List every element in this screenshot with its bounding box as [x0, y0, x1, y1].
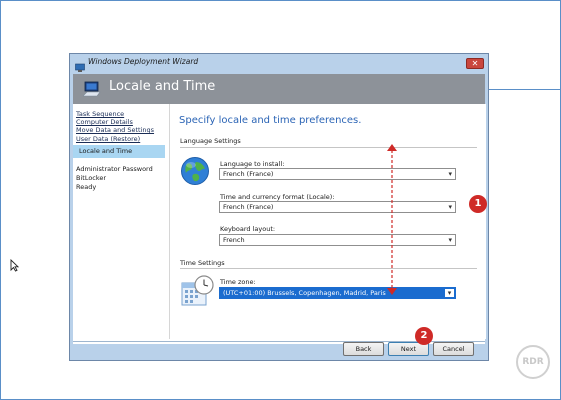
chevron-down-icon: ▾	[448, 203, 452, 211]
nav-item-task-sequence[interactable]: Task Sequence	[76, 110, 124, 118]
cancel-button[interactable]: Cancel	[433, 342, 474, 356]
nav-item-locale-and-time[interactable]: Locale and Time	[73, 145, 165, 158]
calendar-clock-icon	[180, 274, 214, 308]
wizard-app-icon	[75, 58, 85, 72]
locale-dropdown[interactable]: French (France) ▾	[219, 201, 456, 213]
time-settings-label: Time Settings	[180, 259, 225, 267]
language-settings-divider	[180, 147, 477, 148]
back-button[interactable]: Back	[343, 342, 384, 356]
nav-item-user-data-restore[interactable]: User Data (Restore)	[76, 135, 140, 143]
locale-value: French (France)	[223, 203, 274, 211]
time-zone-value: (UTC+01:00) Brussels, Copenhagen, Madrid…	[223, 289, 386, 297]
window-title: Windows Deployment Wizard	[88, 57, 199, 66]
close-button[interactable]: ✕	[466, 58, 484, 69]
language-to-install-dropdown[interactable]: French (France) ▾	[219, 168, 456, 180]
wizard-step-nav: Task Sequence Computer Details Move Data…	[73, 104, 168, 339]
cancel-button-label: Cancel	[442, 345, 465, 353]
language-settings-label: Language Settings	[180, 137, 241, 145]
deployment-wizard-window: Windows Deployment Wizard ✕ Locale and T…	[69, 53, 489, 361]
next-button-label: Next	[400, 345, 417, 353]
language-to-install-value: French (France)	[223, 170, 274, 178]
keyboard-layout-dropdown[interactable]: French ▾	[219, 234, 456, 246]
time-zone-dropdown[interactable]: (UTC+01:00) Brussels, Copenhagen, Madrid…	[219, 287, 456, 299]
close-icon: ✕	[471, 59, 479, 68]
nav-item-bitlocker: BitLocker	[76, 174, 107, 182]
annotation-range-arrow	[387, 144, 397, 295]
time-settings-divider	[180, 268, 477, 269]
language-to-install-label: Language to install:	[220, 160, 285, 168]
annotation-badge-1: 1	[469, 195, 487, 213]
nav-item-move-data-and-settings[interactable]: Move Data and Settings	[76, 126, 154, 134]
mouse-pointer-icon	[10, 258, 20, 275]
chevron-down-icon: ▾	[448, 236, 452, 244]
keyboard-layout-label: Keyboard layout:	[220, 225, 276, 233]
annotation-badge-2: 2	[415, 327, 433, 345]
nav-item-computer-details[interactable]: Computer Details	[76, 118, 133, 126]
locale-label: Time and currency format (Locale):	[220, 193, 335, 201]
chevron-down-icon: ▾	[445, 289, 454, 297]
page-banner: Locale and Time	[73, 74, 485, 104]
computer-icon	[82, 81, 101, 97]
desktop-window-edge	[487, 89, 561, 90]
nav-item-administrator-password: Administrator Password	[76, 165, 153, 173]
watermark-logo: RDR	[516, 345, 550, 379]
time-zone-label: Time zone:	[220, 278, 256, 286]
title-bar[interactable]: Windows Deployment Wizard ✕	[70, 54, 488, 73]
wizard-body: Task Sequence Computer Details Move Data…	[73, 104, 486, 344]
content-heading: Specify locale and time preferences.	[179, 115, 362, 126]
chevron-down-icon: ▾	[448, 170, 452, 178]
keyboard-layout-value: French	[223, 236, 245, 244]
globe-icon	[180, 156, 210, 186]
back-button-label: Back	[355, 345, 372, 353]
content-pane: Specify locale and time preferences. Lan…	[169, 104, 486, 339]
nav-item-ready: Ready	[76, 183, 97, 191]
page-title: Locale and Time	[109, 79, 216, 94]
